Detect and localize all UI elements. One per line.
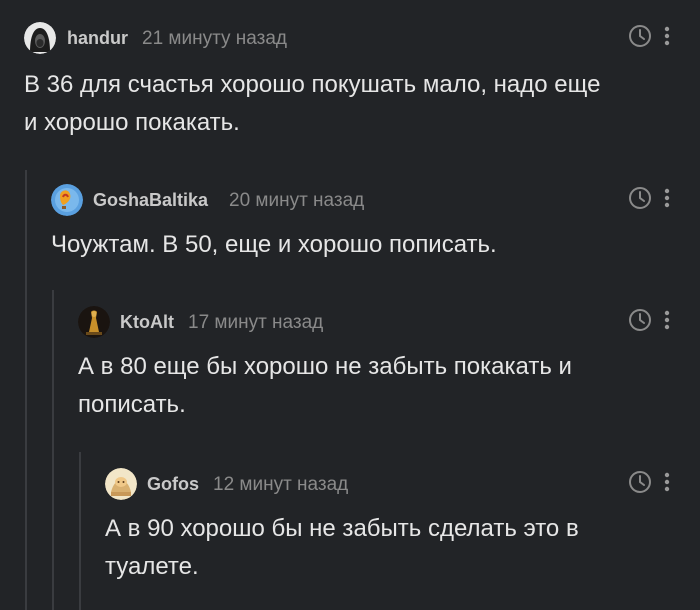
more-options-icon[interactable] xyxy=(662,470,672,494)
thread-branch-line[interactable] xyxy=(25,170,27,610)
comment-thread: handur 21 минуту назад В 36 для счастья … xyxy=(0,0,700,610)
cartoon-avatar[interactable] xyxy=(105,468,137,500)
comment-time: 21 минуту назад xyxy=(142,28,287,49)
clock-icon[interactable] xyxy=(628,470,652,494)
more-options-icon[interactable] xyxy=(662,24,672,48)
comment-text: Чоужтам. В 50, еще и хорошо пописать. xyxy=(51,231,497,258)
comment-header: KtoAlt 17 минут назад xyxy=(78,306,700,346)
comment-time: 17 минут назад xyxy=(188,312,324,333)
hooded-person-avatar[interactable] xyxy=(24,22,56,54)
comment-text: А в 90 хорошо бы не забыть сделать это в… xyxy=(105,515,579,580)
comment-time: 20 минут назад xyxy=(229,190,365,211)
comment-text: А в 80 еще бы хорошо не забыть покакать … xyxy=(78,353,572,418)
comment-author[interactable]: handur xyxy=(67,28,128,49)
more-options-icon[interactable] xyxy=(662,308,672,332)
clock-icon[interactable] xyxy=(628,186,652,210)
comment: Gofos 12 минут назад А в 90 хорошо бы не… xyxy=(105,468,700,598)
more-options-icon[interactable] xyxy=(662,186,672,210)
statue-avatar[interactable] xyxy=(78,306,110,338)
hot-air-balloon-avatar[interactable] xyxy=(51,184,83,216)
comment-time: 12 минут назад xyxy=(213,474,349,495)
comment-header: GoshaBaltika 20 минут назад xyxy=(51,184,700,224)
comment-author[interactable]: GoshaBaltika xyxy=(93,190,208,211)
comment-author[interactable]: KtoAlt xyxy=(120,312,174,333)
clock-icon[interactable] xyxy=(628,24,652,48)
comment: handur 21 минуту назад В 36 для счастья … xyxy=(24,22,700,162)
comment: KtoAlt 17 минут назад А в 80 еще бы хоро… xyxy=(78,306,700,436)
comment-text: В 36 для счастья хорошо покушать мало, н… xyxy=(24,71,601,136)
thread-branch-line[interactable] xyxy=(52,290,54,610)
thread-branch-line[interactable] xyxy=(79,452,81,610)
comment-header: Gofos 12 минут назад xyxy=(105,468,700,508)
clock-icon[interactable] xyxy=(628,308,652,332)
comment-header: handur 21 минуту назад xyxy=(24,22,700,62)
comment: GoshaBaltika 20 минут назад Чоужтам. В 5… xyxy=(51,184,700,274)
comment-author[interactable]: Gofos xyxy=(147,474,199,495)
